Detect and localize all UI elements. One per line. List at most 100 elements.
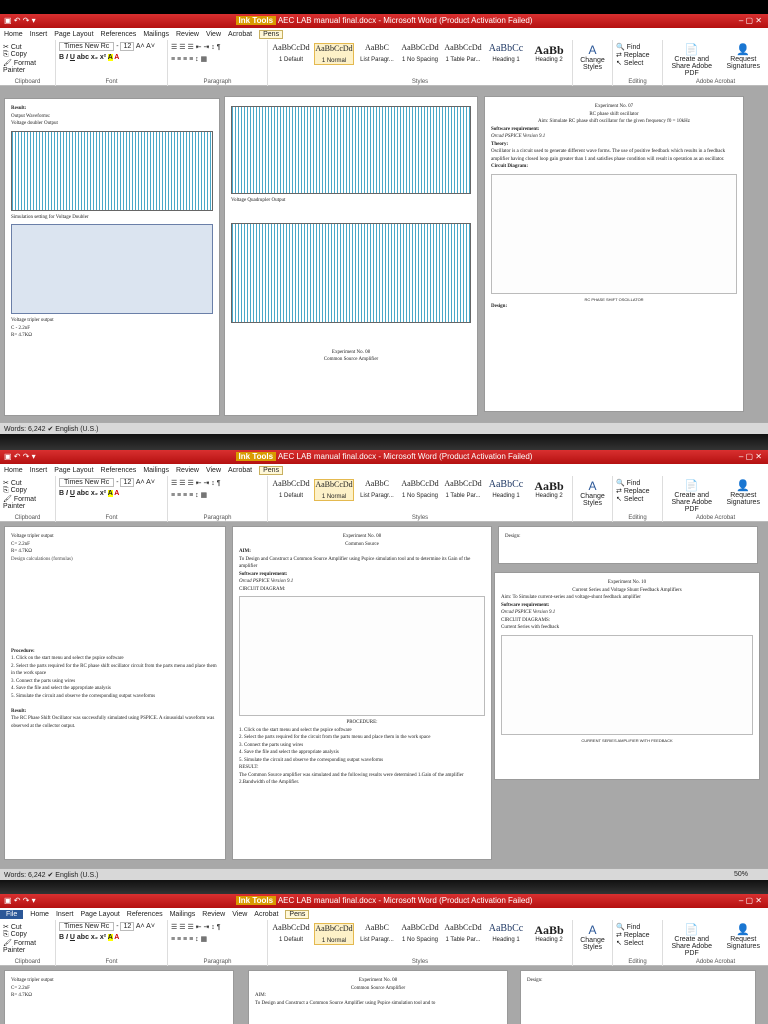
tab-insert[interactable]: Insert [30, 467, 48, 474]
align-buttons-icon[interactable]: ≡ ≡ ≡ ≡ ↕ ▦ [171, 935, 264, 943]
change-styles-button[interactable]: A Change Styles [573, 920, 613, 966]
list-buttons-icon[interactable]: ☰ ☰ ☰ ⇤ ⇥ ↕ ¶ [171, 923, 264, 931]
format-painter-button[interactable]: 🖌 Format Painter [3, 59, 52, 74]
font-format-buttons[interactable]: B I U abc x₂ x² A A [59, 934, 164, 941]
tab-insert[interactable]: Insert [30, 31, 48, 38]
proofing-icon[interactable]: ✔ [47, 426, 53, 433]
style-heading-1[interactable]: AaBbCc Heading 1 [486, 923, 526, 945]
tab-references[interactable]: References [127, 911, 163, 918]
tab-mailings[interactable]: Mailings [143, 467, 169, 474]
tab-view[interactable]: View [232, 911, 247, 918]
style-list-paragraph[interactable]: AaBbC List Paragr... [357, 479, 397, 501]
tab-page-layout[interactable]: Page Layout [80, 911, 119, 918]
format-painter-button[interactable]: 🖌 Format Painter [3, 939, 52, 954]
copy-button[interactable]: ⎘ Copy [3, 51, 52, 59]
format-painter-button[interactable]: 🖌 Format Painter [3, 495, 52, 510]
style-heading-1[interactable]: AaBbCc Heading 1 [486, 43, 526, 65]
document-area[interactable]: Result: Output Waveforms: Voltage doubler … [0, 86, 768, 422]
tab-pens[interactable]: Pens [285, 909, 310, 919]
select-button[interactable]: ↖ Select [616, 495, 659, 503]
proofing-icon[interactable]: ✔ [47, 872, 53, 879]
tab-acrobat[interactable]: Acrobat [228, 467, 252, 474]
window-controls[interactable]: – ▢ ✕ [739, 452, 762, 461]
font-name-select[interactable]: Times New Rc [59, 478, 115, 487]
tab-view[interactable]: View [206, 31, 221, 38]
style-heading-1[interactable]: AaBbCc Heading 1 [486, 479, 526, 501]
font-format-buttons[interactable]: B I U abc x₂ x² A A [59, 54, 164, 61]
tab-review[interactable]: Review [176, 467, 199, 474]
tab-pens[interactable]: Pens [259, 29, 284, 39]
grow-font-icon[interactable]: A˄ A˅ [136, 923, 155, 930]
font-size-select[interactable]: 12 [120, 922, 135, 931]
tab-acrobat[interactable]: Acrobat [228, 31, 252, 38]
cut-button[interactable]: ✂ Cut [3, 923, 52, 931]
tab-mailings[interactable]: Mailings [170, 911, 196, 918]
list-buttons-icon[interactable]: ☰ ☰ ☰ ⇤ ⇥ ↕ ¶ [171, 479, 264, 487]
copy-button[interactable]: ⎘ Copy [3, 487, 52, 495]
font-size-select[interactable]: 12 [120, 478, 135, 487]
style-default[interactable]: AaBbCcDd 1 Default [271, 43, 311, 65]
style-list-paragraph[interactable]: AaBbC List Paragr... [357, 923, 397, 945]
select-button[interactable]: ↖ Select [616, 59, 659, 67]
grow-font-icon[interactable]: A˄ A˅ [136, 43, 155, 50]
font-format-buttons[interactable]: B I U abc x₂ x² A A [59, 490, 164, 497]
style-no-spacing[interactable]: AaBbCcDd 1 No Spacing [400, 923, 440, 945]
select-button[interactable]: ↖ Select [616, 939, 659, 947]
grow-font-icon[interactable]: A˄ A˅ [136, 479, 155, 486]
style-normal[interactable]: AaBbCcDd 1 Normal [314, 43, 354, 65]
style-table-paragraph[interactable]: AaBbCcDd 1 Table Par... [443, 479, 483, 501]
tab-home[interactable]: Home [30, 911, 49, 918]
replace-button[interactable]: ⇄ Replace [616, 931, 659, 939]
document-area[interactable]: Voltage tripler output C= 2.2nF R= 4.7KΩ D… [0, 522, 768, 868]
font-name-select[interactable]: Times New Rc [59, 42, 115, 51]
tab-mailings[interactable]: Mailings [143, 31, 169, 38]
replace-button[interactable]: ⇄ Replace [616, 51, 659, 59]
cut-button[interactable]: ✂ Cut [3, 43, 52, 51]
align-buttons-icon[interactable]: ≡ ≡ ≡ ≡ ↕ ▦ [171, 55, 264, 63]
tab-references[interactable]: References [101, 467, 137, 474]
style-list-paragraph[interactable]: AaBbC List Paragr... [357, 43, 397, 65]
document-area[interactable]: Voltage tripler output C= 2.2nF R= 4.7KΩ E… [0, 966, 768, 1024]
find-button[interactable]: 🔍 Find [616, 43, 659, 51]
tab-page-layout[interactable]: Page Layout [54, 467, 93, 474]
align-buttons-icon[interactable]: ≡ ≡ ≡ ≡ ↕ ▦ [171, 491, 264, 499]
zoom-level[interactable]: 50% [734, 871, 748, 878]
request-signatures-button[interactable]: 👤 Request Signatures [721, 923, 765, 957]
font-size-select[interactable]: 12 [120, 42, 135, 51]
tab-home[interactable]: Home [4, 467, 23, 474]
style-normal[interactable]: AaBbCcDd 1 Normal [314, 923, 354, 945]
replace-button[interactable]: ⇄ Replace [616, 487, 659, 495]
window-controls[interactable]: – ▢ ✕ [739, 896, 762, 905]
tab-insert[interactable]: Insert [56, 911, 74, 918]
find-button[interactable]: 🔍 Find [616, 479, 659, 487]
style-no-spacing[interactable]: AaBbCcDd 1 No Spacing [400, 479, 440, 501]
tab-references[interactable]: References [101, 31, 137, 38]
style-heading-2[interactable]: AaBb Heading 2 [529, 923, 569, 945]
tab-view[interactable]: View [206, 467, 221, 474]
tab-acrobat[interactable]: Acrobat [254, 911, 278, 918]
change-styles-button[interactable]: A Change Styles [573, 40, 613, 86]
style-normal[interactable]: AaBbCcDd 1 Normal [314, 479, 354, 501]
request-signatures-button[interactable]: 👤 Request Signatures [721, 479, 765, 513]
style-heading-2[interactable]: AaBb Heading 2 [529, 43, 569, 65]
window-controls[interactable]: – ▢ ✕ [739, 16, 762, 25]
cut-button[interactable]: ✂ Cut [3, 479, 52, 487]
tab-review[interactable]: Review [202, 911, 225, 918]
change-styles-button[interactable]: A Change Styles [573, 476, 613, 522]
request-signatures-button[interactable]: 👤 Request Signatures [721, 43, 765, 77]
create-pdf-button[interactable]: 📄 Create and Share Adobe PDF [666, 43, 717, 77]
tab-file[interactable]: File [0, 909, 24, 919]
create-pdf-button[interactable]: 📄 Create and Share Adobe PDF [666, 479, 717, 513]
style-heading-2[interactable]: AaBb Heading 2 [529, 479, 569, 501]
create-pdf-button[interactable]: 📄 Create and Share Adobe PDF [666, 923, 717, 957]
style-table-paragraph[interactable]: AaBbCcDd 1 Table Par... [443, 43, 483, 65]
list-buttons-icon[interactable]: ☰ ☰ ☰ ⇤ ⇥ ↕ ¶ [171, 43, 264, 51]
tab-review[interactable]: Review [176, 31, 199, 38]
tab-pens[interactable]: Pens [259, 465, 284, 475]
style-default[interactable]: AaBbCcDd 1 Default [271, 923, 311, 945]
tab-home[interactable]: Home [4, 31, 23, 38]
copy-button[interactable]: ⎘ Copy [3, 931, 52, 939]
style-table-paragraph[interactable]: AaBbCcDd 1 Table Par... [443, 923, 483, 945]
style-default[interactable]: AaBbCcDd 1 Default [271, 479, 311, 501]
tab-page-layout[interactable]: Page Layout [54, 31, 93, 38]
